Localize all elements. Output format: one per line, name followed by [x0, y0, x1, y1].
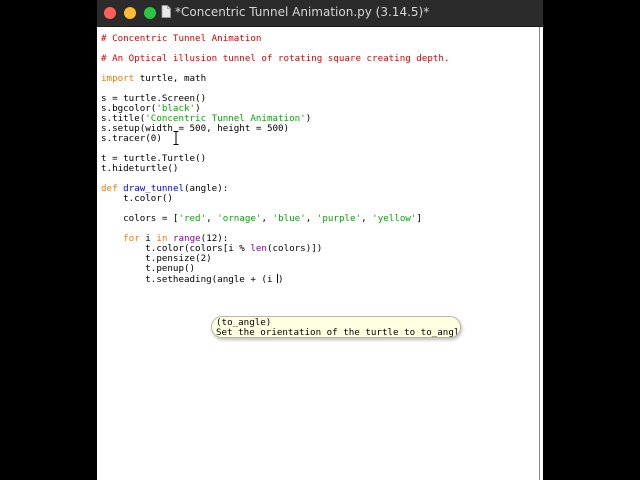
- code-token: ]: [416, 213, 422, 224]
- code-token: ,: [361, 213, 373, 224]
- code-token: len: [250, 243, 267, 254]
- code-line[interactable]: t.penup(): [101, 264, 449, 274]
- code-line[interactable]: import turtle, math: [101, 74, 449, 84]
- code-token: s.tracer(0): [101, 133, 162, 144]
- code-line[interactable]: colors = ['red', 'ornage', 'blue', 'purp…: [101, 214, 449, 224]
- zoom-window-button[interactable]: [144, 7, 156, 19]
- close-window-button[interactable]: [104, 7, 116, 19]
- code-token: 'ornage': [217, 213, 262, 224]
- code-token: (angle):: [184, 183, 229, 194]
- title-bar[interactable]: *Concentric Tunnel Animation.py (3.14.5)…: [97, 0, 543, 27]
- code-token: # Concentric Tunnel Animation: [101, 33, 262, 44]
- code-token: 'blue': [272, 213, 306, 224]
- code-token: ): [305, 113, 312, 124]
- window-right-border: [539, 27, 540, 480]
- calltip: (to_angle) Set the orientation of the tur…: [211, 316, 461, 338]
- ibeam-cursor-icon: [173, 131, 179, 145]
- idle-editor-window: *Concentric Tunnel Animation.py (3.14.5)…: [97, 0, 543, 480]
- calltip-docstring: Set the orientation of the turtle to to_…: [216, 327, 461, 338]
- code-token: ,: [206, 213, 218, 224]
- code-line[interactable]: t.setheading(angle + (i ): [101, 274, 449, 285]
- code-token: t.hideturtle(): [101, 163, 179, 174]
- window-title: *Concentric Tunnel Animation.py (3.14.5)…: [175, 5, 430, 19]
- code-token: 'purple': [316, 213, 362, 224]
- code-line[interactable]: s.tracer(0): [101, 134, 449, 144]
- document-icon: [161, 5, 171, 18]
- code-line[interactable]: t.hideturtle(): [101, 164, 449, 174]
- code-line[interactable]: # Concentric Tunnel Animation: [101, 34, 449, 44]
- code-token: t.penup(): [101, 263, 196, 274]
- code-token: t.color(): [101, 193, 173, 204]
- code-token: (colors)]): [266, 243, 323, 254]
- code-token: ): [278, 274, 284, 285]
- code-line[interactable]: t.color(): [101, 194, 449, 204]
- code-token: 'red': [178, 213, 207, 224]
- code-text[interactable]: # Concentric Tunnel Animation # An Optic…: [101, 34, 449, 285]
- code-token: 'yellow': [372, 213, 417, 224]
- code-token: turtle, math: [134, 73, 207, 84]
- code-token: t.setheading(angle + (i: [101, 274, 279, 285]
- code-editor[interactable]: # Concentric Tunnel Animation # An Optic…: [97, 27, 539, 480]
- code-token: ,: [305, 213, 317, 224]
- code-line[interactable]: # An Optical illusion tunnel of rotating…: [101, 54, 449, 64]
- code-token: # An Optical illusion tunnel of rotating…: [101, 53, 450, 64]
- code-token: ,: [261, 213, 273, 224]
- code-token: colors = [: [101, 213, 179, 224]
- minimize-window-button[interactable]: [124, 7, 136, 19]
